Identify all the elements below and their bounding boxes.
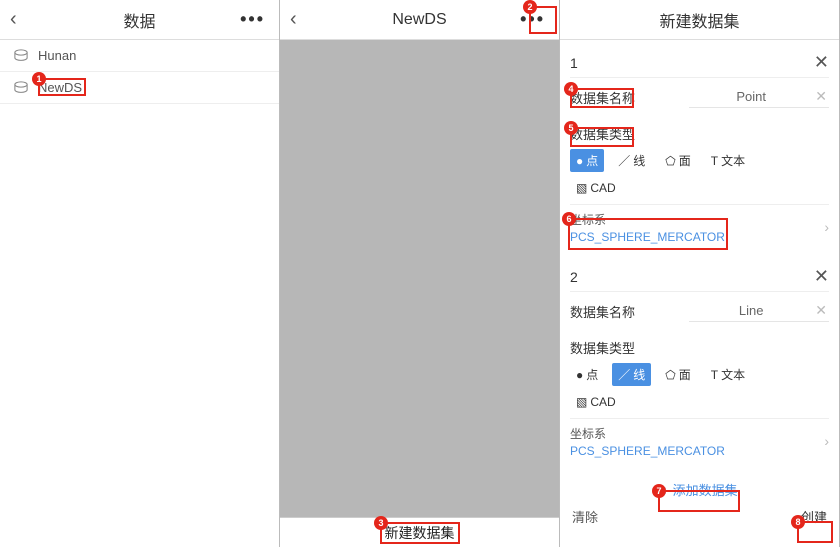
add-dataset-label: + 添加数据集 <box>661 483 737 498</box>
header: ‹ NewDS ••• <box>280 0 559 40</box>
coord-value: PCS_SPHERE_MERCATOR <box>570 230 829 244</box>
coord-value: PCS_SPHERE_MERCATOR <box>570 444 829 458</box>
panel-body: 新建数据集 <box>280 40 559 547</box>
name-field-row: 数据集名称 Line ✕ <box>570 292 829 330</box>
header: ‹ 数据 ••• <box>0 0 279 40</box>
chevron-right-icon: › <box>824 219 829 235</box>
datasource-label: NewDS <box>38 80 82 95</box>
type-option-region[interactable]: ⬠面 <box>659 363 696 386</box>
point-icon: ● <box>576 154 583 168</box>
clear-button[interactable]: 清除 <box>572 507 598 526</box>
chevron-right-icon: › <box>824 433 829 449</box>
type-option-cad[interactable]: ▧CAD <box>570 178 622 198</box>
name-input[interactable]: Point ✕ <box>689 86 829 108</box>
panel-body: 1 ✕ 数据集名称 Point ✕ 数据集类型 ●点 ／线 ⬠面 T文本 <box>560 40 839 547</box>
text-icon: T <box>711 368 718 382</box>
name-value: Line <box>689 303 813 318</box>
type-option-text[interactable]: T文本 <box>705 149 751 172</box>
panel-body: Hunan NewDS <box>0 40 279 547</box>
type-option-line[interactable]: ／线 <box>612 149 651 172</box>
panel-newds: ‹ NewDS ••• 新建数据集 2 3 <box>280 0 560 547</box>
name-field-label: 数据集名称 <box>570 88 635 107</box>
card-head: 2 ✕ <box>570 262 829 292</box>
type-option-point[interactable]: ●点 <box>570 363 604 386</box>
panel-create-dataset: 新建数据集 1 ✕ 数据集名称 Point ✕ 数据集类型 ●点 <box>560 0 840 547</box>
cad-icon: ▧ <box>576 395 587 409</box>
type-option-line[interactable]: ／线 <box>612 363 651 386</box>
back-icon[interactable]: ‹ <box>290 8 297 31</box>
form: 1 ✕ 数据集名称 Point ✕ 数据集类型 ●点 ／线 ⬠面 T文本 <box>560 40 839 547</box>
dataset-card: 2 ✕ 数据集名称 Line ✕ 数据集类型 ●点 ／线 ⬠面 T文本 <box>570 262 829 468</box>
dataset-card: 1 ✕ 数据集名称 Point ✕ 数据集类型 ●点 ／线 ⬠面 T文本 <box>570 48 829 254</box>
line-icon: ／ <box>618 366 630 383</box>
header: 新建数据集 <box>560 0 839 40</box>
add-dataset-button[interactable]: + 添加数据集 <box>560 476 839 503</box>
name-field-row: 数据集名称 Point ✕ <box>570 78 829 116</box>
type-options: ●点 ／线 ⬠面 T文本 <box>570 363 829 392</box>
card-index: 1 <box>570 55 578 71</box>
region-icon: ⬠ <box>665 368 675 382</box>
header-title: 数据 <box>123 8 155 32</box>
card-index: 2 <box>570 269 578 285</box>
type-option-region[interactable]: ⬠面 <box>659 149 696 172</box>
coord-label: 坐标系 <box>570 425 829 442</box>
text-icon: T <box>711 154 718 168</box>
close-icon[interactable]: ✕ <box>814 52 829 73</box>
region-icon: ⬠ <box>665 154 675 168</box>
datasource-icon <box>12 81 30 95</box>
card-head: 1 ✕ <box>570 48 829 78</box>
more-icon[interactable]: ••• <box>514 7 551 32</box>
datasource-row[interactable]: NewDS <box>0 72 279 104</box>
type-option-text[interactable]: T文本 <box>705 363 751 386</box>
cad-icon: ▧ <box>576 181 587 195</box>
datasource-row[interactable]: Hunan <box>0 40 279 72</box>
name-input[interactable]: Line ✕ <box>689 300 829 322</box>
clear-input-icon[interactable]: ✕ <box>813 88 829 105</box>
type-options: ●点 ／线 ⬠面 T文本 <box>570 149 829 178</box>
type-field-label: 数据集类型 <box>570 116 829 149</box>
datasource-label: Hunan <box>38 48 76 63</box>
footer-row: 清除 创建 <box>560 503 839 532</box>
line-icon: ／ <box>618 152 630 169</box>
back-icon[interactable]: ‹ <box>10 8 17 31</box>
create-button[interactable]: 创建 <box>801 507 827 526</box>
datasource-icon <box>12 49 30 63</box>
type-field-label: 数据集类型 <box>570 330 829 363</box>
more-icon[interactable]: ••• <box>234 7 271 32</box>
point-icon: ● <box>576 368 583 382</box>
name-value: Point <box>689 89 813 104</box>
coord-label: 坐标系 <box>570 211 829 228</box>
type-option-point[interactable]: ●点 <box>570 149 604 172</box>
panel-data-list: ‹ 数据 ••• Hunan NewDS 1 <box>0 0 280 547</box>
type-option-cad[interactable]: ▧CAD <box>570 392 622 412</box>
coord-row[interactable]: 坐标系 PCS_SPHERE_MERCATOR › <box>570 204 829 254</box>
header-title: NewDS <box>392 11 446 29</box>
coord-row[interactable]: 坐标系 PCS_SPHERE_MERCATOR › <box>570 418 829 468</box>
type-options-row2: ▧CAD <box>570 392 829 418</box>
clear-input-icon[interactable]: ✕ <box>813 302 829 319</box>
create-dataset-button[interactable]: 新建数据集 <box>280 517 559 547</box>
header-title: 新建数据集 <box>659 8 739 32</box>
name-field-label: 数据集名称 <box>570 302 635 321</box>
create-dataset-label: 新建数据集 <box>385 523 455 543</box>
type-options-row2: ▧CAD <box>570 178 829 204</box>
close-icon[interactable]: ✕ <box>814 266 829 287</box>
